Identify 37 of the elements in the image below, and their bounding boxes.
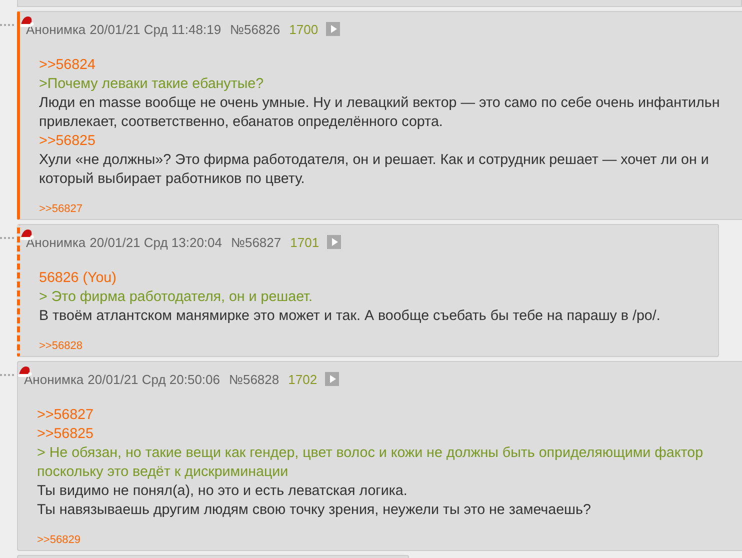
post-text: привлекает, соответственно, ебанатов определённого сорта. bbox=[39, 113, 444, 132]
reply-link[interactable]: >>56827 bbox=[37, 406, 742, 425]
backlink[interactable]: >>56828 bbox=[39, 340, 82, 352]
backlink[interactable]: >>56827 bbox=[39, 203, 82, 215]
poster-name: Анонимка bbox=[26, 22, 86, 36]
post-text: В твоём атлантском манямирке это может и так. А вообще съебать бы тебе на парашу в /po/. bbox=[39, 307, 662, 326]
santa-hat-icon bbox=[20, 15, 34, 28]
play-icon[interactable] bbox=[326, 22, 340, 36]
post-ordinal: 1700 bbox=[289, 22, 318, 36]
quote-text: > Не обязан, но такие вещи как гендер, цвет волос и кожи не должны быть оприделяющими фактор bbox=[37, 444, 704, 463]
post-ordinal: 1702 bbox=[288, 372, 318, 386]
post-text: Ты навязываешь другим людям свою точку зрения, неужели ты это не замечаешь? bbox=[37, 501, 592, 520]
post-number[interactable]: №56828 bbox=[229, 372, 280, 386]
quote-text: >Почему леваки такие ебанутые? bbox=[39, 75, 265, 94]
post-ordinal: 1701 bbox=[290, 234, 320, 250]
post-date: 20/01/21 Срд 11:48:19 bbox=[90, 22, 222, 36]
post-text: который выбирает работников по цвету. bbox=[39, 170, 306, 189]
play-icon[interactable] bbox=[325, 372, 340, 386]
santa-hat-icon bbox=[18, 365, 32, 378]
post-text: Люди en masse вообще не очень умные. Ну и левацкий вектор — это само по себе очень инфантильн bbox=[39, 94, 721, 113]
post-date: 20/01/21 Срд 13:20:04 bbox=[90, 234, 222, 250]
post-date: 20/01/21 Срд 20:50:06 bbox=[88, 372, 220, 386]
post-number[interactable]: №56827 bbox=[231, 234, 282, 250]
reply-link[interactable]: >>56825 bbox=[37, 425, 742, 444]
quote-text: поскольку это ведёт к дискриминации bbox=[37, 463, 290, 482]
post-text: Хули «не должны»? Это фирма работодателя, он и решает. Как и сотрудник решает — хочет ли он и bbox=[39, 151, 710, 170]
santa-hat-icon bbox=[20, 228, 34, 241]
reply-link[interactable]: 56826 (You) bbox=[39, 269, 718, 288]
backlink[interactable]: >>56829 bbox=[37, 534, 80, 546]
poster-name: Анонимка bbox=[24, 372, 84, 386]
reply-link[interactable]: >>56825 bbox=[39, 132, 742, 151]
post-text: Ты видимо не понял(а), но это и есть леватская логика. bbox=[37, 482, 408, 501]
reply-link[interactable]: >>56824 bbox=[39, 56, 742, 75]
quote-text: > Это фирма работодателя, он и решает. bbox=[39, 288, 314, 307]
play-icon[interactable] bbox=[327, 235, 342, 249]
post-number[interactable]: №56826 bbox=[230, 22, 280, 36]
poster-name: Анонимка bbox=[26, 234, 86, 250]
